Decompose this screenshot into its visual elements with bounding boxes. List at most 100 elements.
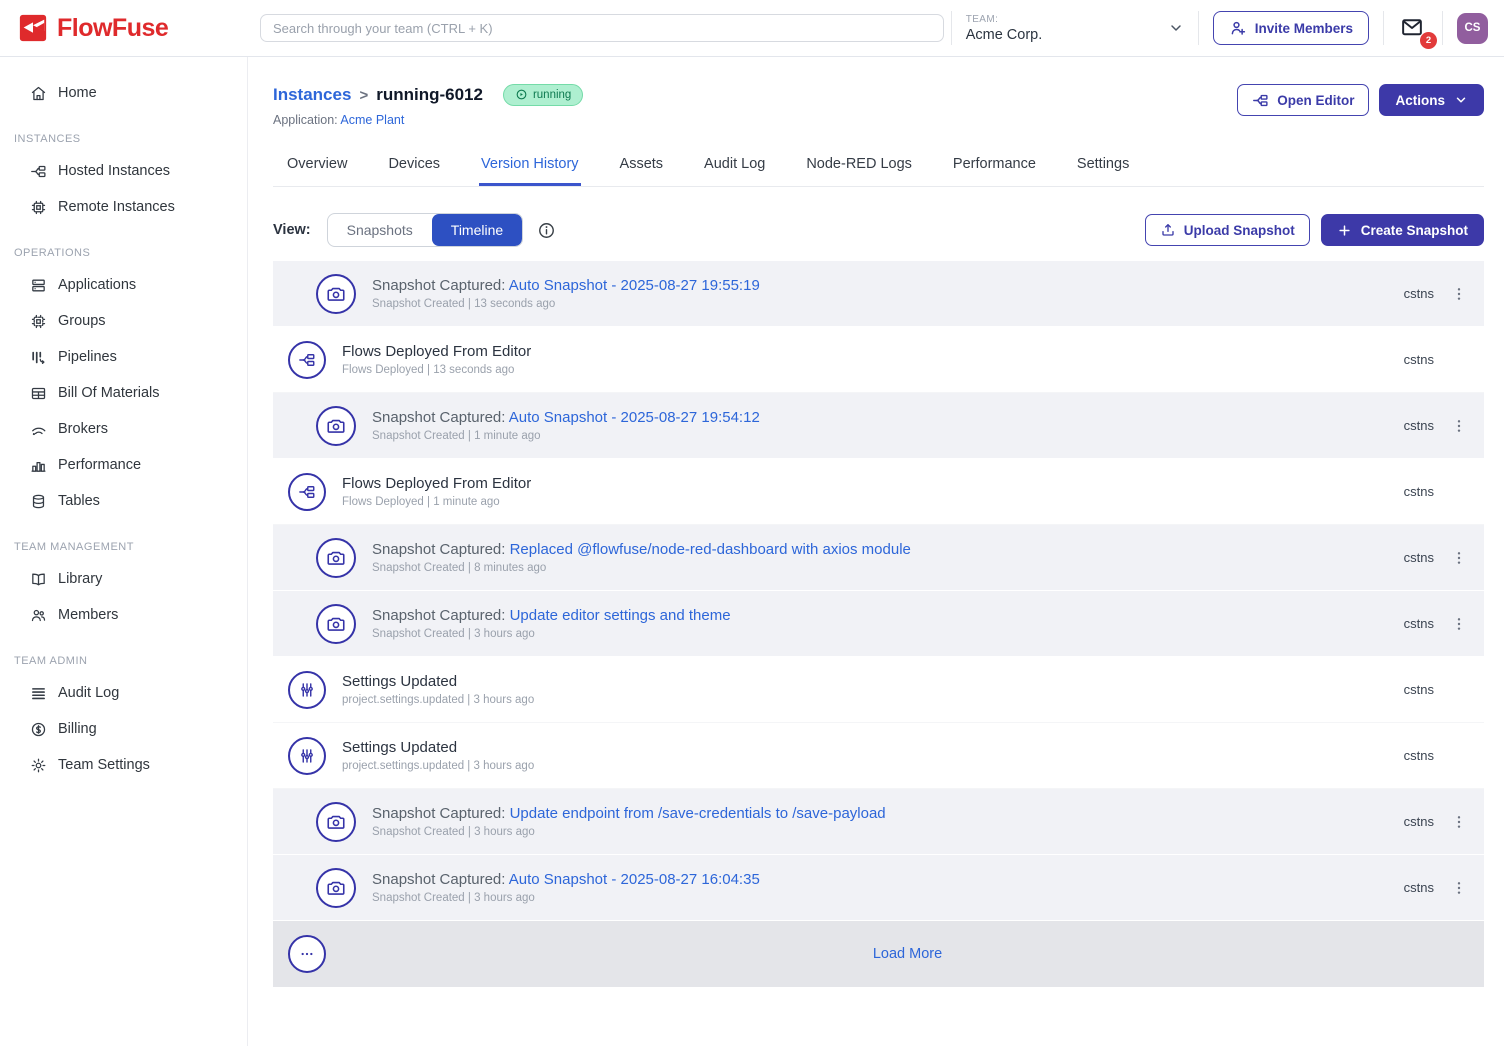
tab-settings[interactable]: Settings xyxy=(1075,148,1131,186)
kebab-menu-icon[interactable] xyxy=(1450,812,1468,832)
team-name: Acme Corp. xyxy=(966,27,1043,43)
sidebar-item-bill-of-materials[interactable]: Bill Of Materials xyxy=(0,375,247,411)
tab-overview[interactable]: Overview xyxy=(285,148,349,186)
sidebar-item-billing[interactable]: Billing xyxy=(0,711,247,747)
kebab-menu-icon[interactable] xyxy=(1450,284,1468,304)
editor-flow-icon xyxy=(1252,92,1269,109)
flowfuse-logo[interactable]: FlowFuse xyxy=(0,13,248,43)
event-user: cstns xyxy=(1404,682,1434,697)
event-title: Settings Updated xyxy=(342,673,534,690)
notifications-button[interactable]: 2 xyxy=(1398,15,1428,41)
sidebar-item-groups[interactable]: Groups xyxy=(0,303,247,339)
actions-label: Actions xyxy=(1395,93,1445,108)
flow-deploy-icon xyxy=(288,341,326,379)
breadcrumb-separator: > xyxy=(359,87,368,104)
event-user: cstns xyxy=(1404,616,1434,631)
open-editor-button[interactable]: Open Editor xyxy=(1237,84,1369,116)
search-input[interactable] xyxy=(260,14,944,42)
sidebar-item-applications[interactable]: Applications xyxy=(0,267,247,303)
event-title-prefix: Snapshot Captured: xyxy=(372,409,509,426)
sidebar-item-brokers[interactable]: Brokers xyxy=(0,411,247,447)
application-link[interactable]: Acme Plant xyxy=(340,113,404,127)
create-snapshot-label: Create Snapshot xyxy=(1361,223,1468,238)
home-icon xyxy=(30,85,47,102)
snapshot-link[interactable]: Update editor settings and theme xyxy=(510,607,731,624)
tab-devices[interactable]: Devices xyxy=(386,148,442,186)
sidebar-item-pipelines[interactable]: Pipelines xyxy=(0,339,247,375)
view-snapshots-button[interactable]: Snapshots xyxy=(328,214,432,246)
kebab-menu-icon[interactable] xyxy=(1450,614,1468,634)
load-more-link[interactable]: Load More xyxy=(873,946,942,962)
sidebar-item-performance[interactable]: Performance xyxy=(0,447,247,483)
tab-node-red-logs[interactable]: Node-RED Logs xyxy=(804,148,914,186)
event-user: cstns xyxy=(1404,484,1434,499)
snapshot-link[interactable]: Update endpoint from /save-credentials t… xyxy=(510,805,886,822)
kebab-menu-icon[interactable] xyxy=(1450,548,1468,568)
sidebar-item-remote-instances[interactable]: Remote Instances xyxy=(0,189,247,225)
avatar[interactable]: CS xyxy=(1457,13,1488,44)
create-snapshot-button[interactable]: Create Snapshot xyxy=(1321,214,1484,246)
actions-button[interactable]: Actions xyxy=(1379,84,1484,116)
users-icon xyxy=(30,607,47,624)
sidebar-item-label: Home xyxy=(58,85,97,101)
book-icon xyxy=(30,571,47,588)
status-badge: running xyxy=(503,84,583,106)
tab-version-history[interactable]: Version History xyxy=(479,148,581,186)
upload-snapshot-button[interactable]: Upload Snapshot xyxy=(1145,214,1310,246)
sidebar-item-label: Performance xyxy=(58,457,141,473)
sidebar-section-instances: INSTANCES xyxy=(0,133,247,145)
sidebar-item-members[interactable]: Members xyxy=(0,597,247,633)
event-meta: Flows Deployed | 13 seconds ago xyxy=(342,364,531,376)
snapshot-link[interactable]: Auto Snapshot - 2025-08-27 19:54:12 xyxy=(509,409,760,426)
sidebar: Home INSTANCES Hosted Instances Remote I… xyxy=(0,57,248,1046)
sidebar-item-label: Pipelines xyxy=(58,349,117,365)
table-icon xyxy=(30,385,47,402)
sidebar-item-tables[interactable]: Tables xyxy=(0,483,247,519)
sidebar-item-label: Team Settings xyxy=(58,757,150,773)
sidebar-item-team-settings[interactable]: Team Settings xyxy=(0,747,247,783)
team-selector[interactable]: TEAM: Acme Corp. xyxy=(966,14,1184,43)
event-meta: Snapshot Created | 8 minutes ago xyxy=(372,562,911,574)
event-title-prefix: Snapshot Captured: xyxy=(372,277,509,294)
kebab-menu-icon[interactable] xyxy=(1450,878,1468,898)
info-icon[interactable] xyxy=(537,221,556,240)
event-title-prefix: Snapshot Captured: xyxy=(372,607,510,624)
upload-icon xyxy=(1160,222,1176,238)
timeline-event-row: Snapshot Captured: Auto Snapshot - 2025-… xyxy=(273,393,1484,459)
view-toolbar: View: Snapshots Timeline Upload Snapshot… xyxy=(273,213,1484,247)
tab-audit-log[interactable]: Audit Log xyxy=(702,148,767,186)
divider xyxy=(1198,11,1199,45)
chevron-down-icon xyxy=(1454,93,1468,107)
snapshot-link[interactable]: Auto Snapshot - 2025-08-27 16:04:35 xyxy=(509,871,760,888)
snapshot-link[interactable]: Auto Snapshot - 2025-08-27 19:55:19 xyxy=(509,277,760,294)
camera-icon xyxy=(316,406,356,446)
view-timeline-button[interactable]: Timeline xyxy=(432,214,522,246)
camera-icon xyxy=(316,604,356,644)
snapshot-link[interactable]: Replaced @flowfuse/node-red-dashboard wi… xyxy=(510,541,911,558)
sidebar-item-home[interactable]: Home xyxy=(0,75,247,111)
chevron-down-icon xyxy=(1168,20,1184,36)
kebab-menu-icon[interactable] xyxy=(1450,416,1468,436)
open-editor-label: Open Editor xyxy=(1277,93,1354,108)
breadcrumb-instances-link[interactable]: Instances xyxy=(273,85,351,105)
view-label: View: xyxy=(273,222,311,238)
invite-members-label: Invite Members xyxy=(1255,21,1353,36)
sidebar-item-library[interactable]: Library xyxy=(0,561,247,597)
flowfuse-logo-icon xyxy=(18,13,48,43)
timeline-event-row: Snapshot Captured: Update endpoint from … xyxy=(273,789,1484,855)
invite-members-button[interactable]: Invite Members xyxy=(1213,11,1369,45)
event-meta: Snapshot Created | 3 hours ago xyxy=(372,628,731,640)
gear-icon xyxy=(30,757,47,774)
sidebar-item-audit-log[interactable]: Audit Log xyxy=(0,675,247,711)
timeline-event-row: Snapshot Captured: Auto Snapshot - 2025-… xyxy=(273,261,1484,327)
camera-icon xyxy=(316,868,356,908)
timeline-event-row: Settings Updated project.settings.update… xyxy=(273,723,1484,789)
tab-assets[interactable]: Assets xyxy=(618,148,666,186)
tab-performance[interactable]: Performance xyxy=(951,148,1038,186)
tab-bar: Overview Devices Version History Assets … xyxy=(273,148,1484,187)
sidebar-item-hosted-instances[interactable]: Hosted Instances xyxy=(0,153,247,189)
timeline-event-row: Flows Deployed From Editor Flows Deploye… xyxy=(273,459,1484,525)
team-label: TEAM: xyxy=(966,14,1043,25)
timeline-event-row: Flows Deployed From Editor Flows Deploye… xyxy=(273,327,1484,393)
event-meta: Snapshot Created | 3 hours ago xyxy=(372,826,886,838)
